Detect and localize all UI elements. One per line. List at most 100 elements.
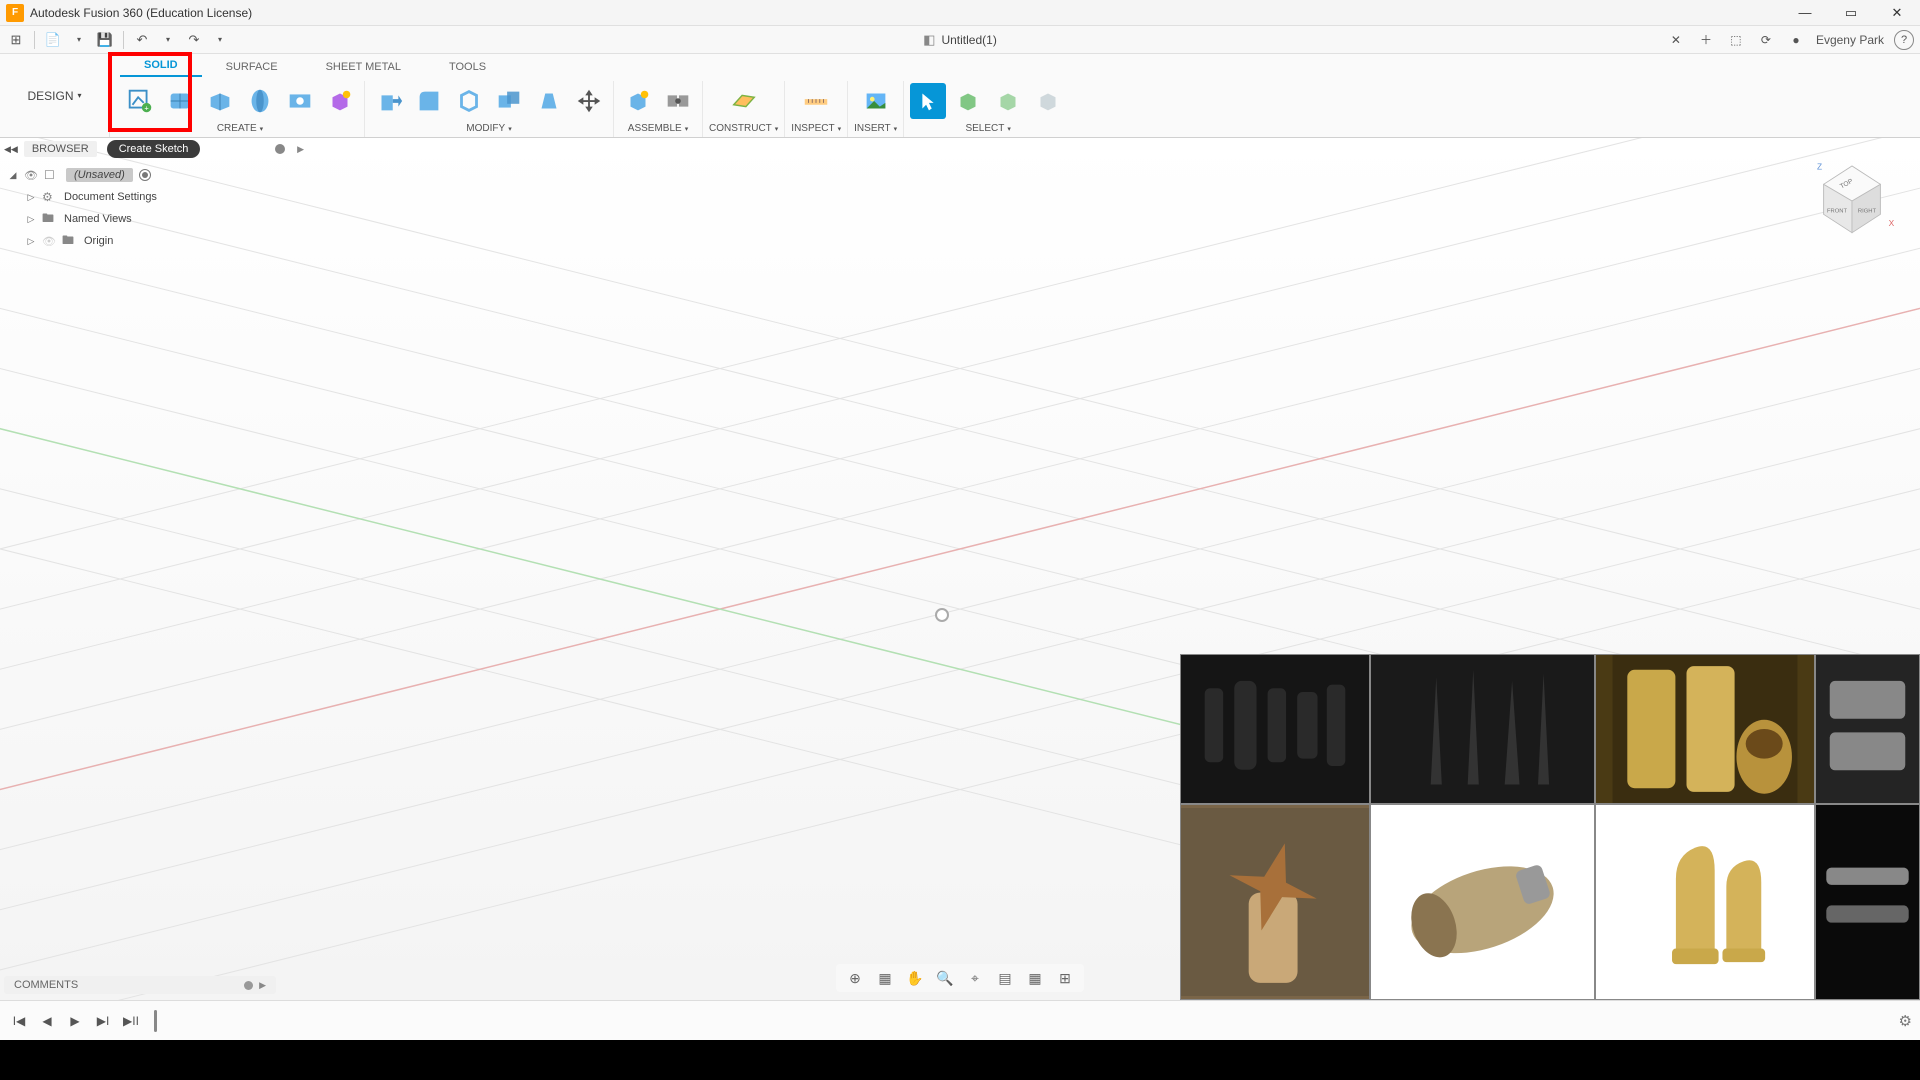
tree-document-settings[interactable]: ▷⚙ Document Settings	[4, 186, 304, 208]
construct-plane-button[interactable]	[726, 83, 762, 119]
tree-item-label: Origin	[84, 235, 113, 247]
comments-bar[interactable]: COMMENTS ▶	[4, 976, 276, 994]
browser-options-button[interactable]	[275, 144, 285, 154]
select-body-button[interactable]	[950, 83, 986, 119]
group-create-label[interactable]: CREATE▾	[217, 123, 263, 134]
zoom-button[interactable]: 🔍	[934, 967, 956, 989]
reference-image	[1180, 654, 1370, 804]
viewport-layout-button[interactable]: ⊞	[1054, 967, 1076, 989]
user-name[interactable]: Evgeny Park	[1816, 33, 1884, 47]
select-face-button[interactable]	[1030, 83, 1066, 119]
document-tab[interactable]: ◧ Untitled(1)	[923, 32, 997, 48]
timeline-play-button[interactable]: ▶	[64, 1010, 86, 1032]
create-sketch-button[interactable]: +	[122, 83, 158, 119]
browser-expand-icon[interactable]: ▶	[297, 144, 304, 155]
undo-button[interactable]: ↶	[130, 28, 154, 52]
redo-button[interactable]: ↷	[182, 28, 206, 52]
tree-named-views[interactable]: ▷🖿 Named Views	[4, 208, 304, 230]
save-button[interactable]: 💾	[93, 28, 117, 52]
bottom-black-bar	[0, 1040, 1920, 1080]
comments-options-button[interactable]	[244, 981, 253, 990]
reference-image-panel[interactable]	[1180, 654, 1920, 1000]
document-title: Untitled(1)	[941, 33, 996, 47]
tooltip-create-sketch: Create Sketch	[107, 140, 201, 158]
shell-button[interactable]	[451, 83, 487, 119]
look-at-button[interactable]: ▦	[874, 967, 896, 989]
pan-button[interactable]: ✋	[904, 967, 926, 989]
extrude-button[interactable]	[202, 83, 238, 119]
close-button[interactable]: ✕	[1874, 0, 1920, 26]
timeline-next-button[interactable]: ▶I	[92, 1010, 114, 1032]
ribbon-tabs: SOLID SURFACE SHEET METAL TOOLS	[110, 54, 1920, 77]
tab-sheet-metal[interactable]: SHEET METAL	[302, 57, 425, 77]
document-icon: ◧	[923, 32, 935, 48]
comments-expand-icon[interactable]: ▶	[259, 980, 266, 991]
new-component-button[interactable]	[620, 83, 656, 119]
workspace-switcher[interactable]: DESIGN ▾	[0, 54, 110, 137]
timeline-first-button[interactable]: I◀	[8, 1010, 30, 1032]
tab-surface[interactable]: SURFACE	[202, 57, 302, 77]
group-assemble: ASSEMBLE▾	[614, 81, 703, 137]
tree-root[interactable]: ◢👁☐ (Unsaved)	[4, 164, 304, 186]
display-settings-button[interactable]: ▤	[994, 967, 1016, 989]
fillet-button[interactable]	[411, 83, 447, 119]
active-component-indicator[interactable]	[139, 169, 151, 181]
joint-button[interactable]	[660, 83, 696, 119]
timeline-marker[interactable]	[154, 1010, 157, 1032]
job-status-button[interactable]: ⟳	[1756, 30, 1776, 50]
box-primitive-button[interactable]	[322, 83, 358, 119]
group-insert-label[interactable]: INSERT▾	[854, 123, 897, 134]
measure-button[interactable]	[798, 83, 834, 119]
svg-text:+: +	[144, 103, 149, 112]
ribbon: DESIGN ▾ SOLID SURFACE SHEET METAL TOOLS…	[0, 54, 1920, 138]
browser-panel: ◀◀ BROWSER Create Sketch ▶ ◢👁☐ (Unsaved)…	[4, 138, 304, 252]
file-menu-button[interactable]: 📄	[41, 28, 65, 52]
data-panel-button[interactable]: ⊞	[4, 28, 28, 52]
hole-button[interactable]	[282, 83, 318, 119]
select-component-button[interactable]	[990, 83, 1026, 119]
select-button[interactable]	[910, 83, 946, 119]
group-construct-label[interactable]: CONSTRUCT▾	[709, 123, 778, 134]
fit-button[interactable]: ⌖	[964, 967, 986, 989]
reference-image	[1815, 804, 1920, 1000]
group-construct: CONSTRUCT▾	[703, 81, 785, 137]
orbit-button[interactable]: ⊕	[844, 967, 866, 989]
timeline-settings-button[interactable]: ⚙	[1899, 1012, 1912, 1030]
tree-item-label: Document Settings	[64, 191, 157, 203]
tab-tools[interactable]: TOOLS	[425, 57, 510, 77]
insert-button[interactable]	[858, 83, 894, 119]
reference-image	[1370, 654, 1595, 804]
maximize-button[interactable]: ▭	[1828, 0, 1874, 26]
viewcube[interactable]: TOP FRONT RIGHT Z X	[1802, 146, 1902, 246]
extensions-button[interactable]: ⬚	[1726, 30, 1746, 50]
group-inspect-label[interactable]: INSPECT▾	[791, 123, 841, 134]
tree-root-label: (Unsaved)	[66, 168, 133, 182]
svg-text:X: X	[1889, 218, 1895, 228]
viewport[interactable]: ◀◀ BROWSER Create Sketch ▶ ◢👁☐ (Unsaved)…	[0, 138, 1920, 1000]
combine-button[interactable]	[491, 83, 527, 119]
grid-settings-button[interactable]: ▦	[1024, 967, 1046, 989]
tab-solid[interactable]: SOLID	[120, 55, 202, 77]
press-pull-button[interactable]	[371, 83, 407, 119]
comments-label: COMMENTS	[14, 979, 78, 991]
create-form-button[interactable]	[162, 83, 198, 119]
group-assemble-label[interactable]: ASSEMBLE▾	[628, 123, 688, 134]
timeline-prev-button[interactable]: ◀	[36, 1010, 58, 1032]
file-menu-dropdown[interactable]: ▾	[67, 28, 91, 52]
timeline-last-button[interactable]: ▶II	[120, 1010, 142, 1032]
tree-origin[interactable]: ▷👁🖿 Origin	[4, 230, 304, 252]
undo-dropdown[interactable]: ▾	[156, 28, 180, 52]
group-select-label[interactable]: SELECT▾	[965, 123, 1010, 134]
minimize-button[interactable]: —	[1782, 0, 1828, 26]
draft-button[interactable]	[531, 83, 567, 119]
redo-dropdown[interactable]: ▾	[208, 28, 232, 52]
new-tab-button[interactable]: ＋	[1696, 30, 1716, 50]
browser-collapse-button[interactable]: ◀◀	[4, 144, 18, 155]
svg-text:Z: Z	[1817, 161, 1822, 171]
group-modify-label[interactable]: MODIFY▾	[466, 123, 511, 134]
revolve-button[interactable]	[242, 83, 278, 119]
notifications-button[interactable]: ●	[1786, 30, 1806, 50]
close-tab-button[interactable]: ✕	[1666, 30, 1686, 50]
help-button[interactable]: ?	[1894, 30, 1914, 50]
move-button[interactable]	[571, 83, 607, 119]
